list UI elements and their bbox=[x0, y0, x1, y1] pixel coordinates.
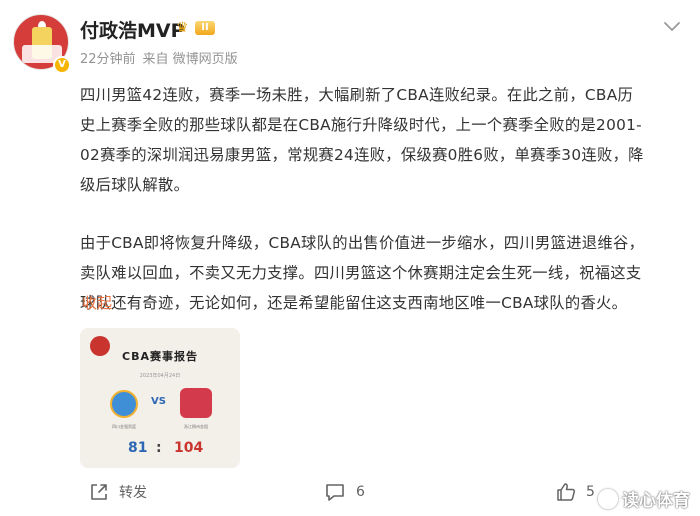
post-line: 卖队难以回血，不卖又无力支撑。四川男篮这个休赛期注定会生死一线，祝福这支 bbox=[80, 264, 642, 282]
post-text: 四川男篮42连败，赛季一场未胜，大幅刷新了CBA连败纪录。在此之前，CBA历 史… bbox=[80, 80, 684, 318]
repost-icon bbox=[91, 484, 107, 500]
post-line: 02赛季的深圳润迅易康男篮，常规赛24连败，保级赛0胜6败，单赛季30连败，降 bbox=[80, 146, 644, 164]
score-separator: : bbox=[156, 440, 162, 456]
level-badge: ♛ II bbox=[176, 19, 216, 37]
team-b-name: 浙江稠州金租 bbox=[184, 424, 208, 429]
repost-button[interactable]: 转发 bbox=[89, 480, 147, 504]
vs-label: VS bbox=[151, 396, 166, 407]
like-count: 5 bbox=[586, 484, 595, 500]
post-line: 四川男篮42连败，赛季一场未胜，大幅刷新了CBA连败纪录。在此之前，CBA历 bbox=[80, 86, 634, 104]
post-time: 22分钟前 bbox=[80, 52, 136, 67]
crown-icon: ♛ bbox=[176, 20, 189, 36]
level-badge-label: II bbox=[195, 21, 215, 35]
score-team-b: 104 bbox=[174, 440, 204, 456]
watermark-text: 读心体育 bbox=[622, 491, 690, 511]
like-icon bbox=[557, 483, 576, 501]
score-team-a: 81 bbox=[128, 440, 148, 456]
comment-button[interactable]: 6 bbox=[324, 480, 365, 504]
like-button[interactable]: 5 bbox=[556, 480, 595, 504]
post-line: 球队还有奇迹，无论如何，还是希望能留住这支西南地区唯一CBA球队的香火。 bbox=[80, 294, 628, 312]
post-source: 来自 微博网页版 bbox=[142, 52, 238, 67]
comment-count: 6 bbox=[356, 484, 365, 500]
watermark-icon bbox=[598, 488, 618, 509]
team-a-name: 四川金强男篮 bbox=[112, 424, 136, 429]
post-line: 由于CBA即将恢复升降级，CBA球队的出售价值进一步缩水，四川男篮进退维谷， bbox=[80, 234, 645, 252]
verified-icon: V bbox=[53, 56, 71, 74]
collapse-link[interactable]: 收起 bbox=[82, 292, 112, 313]
more-button[interactable] bbox=[662, 18, 682, 36]
watermark: 读心体育 bbox=[598, 486, 690, 511]
post-meta: 22分钟前 来自 微博网页版 bbox=[80, 48, 238, 67]
team-a-logo bbox=[110, 390, 138, 418]
action-bar: 转发 6 5 bbox=[0, 474, 700, 510]
repost-label: 转发 bbox=[119, 485, 147, 501]
team-b-logo bbox=[180, 388, 212, 418]
post-line: 级后球队解散。 bbox=[80, 176, 190, 194]
image-date: 2023年04月24日 bbox=[139, 373, 181, 379]
more-icon bbox=[664, 22, 680, 31]
avatar[interactable]: V bbox=[13, 14, 71, 74]
image-title: CBA赛事报告 bbox=[122, 350, 198, 363]
post-image[interactable]: CBA赛事报告 2023年04月24日 VS 四川金强男篮 浙江稠州金租 81 … bbox=[80, 328, 240, 468]
author-name[interactable]: 付政浩MVP bbox=[80, 16, 185, 43]
post-line: 史上赛季全败的那些球队都是在CBA施行升降级时代，上一个赛季全败的是2001- bbox=[80, 116, 642, 134]
comment-icon bbox=[326, 484, 344, 501]
